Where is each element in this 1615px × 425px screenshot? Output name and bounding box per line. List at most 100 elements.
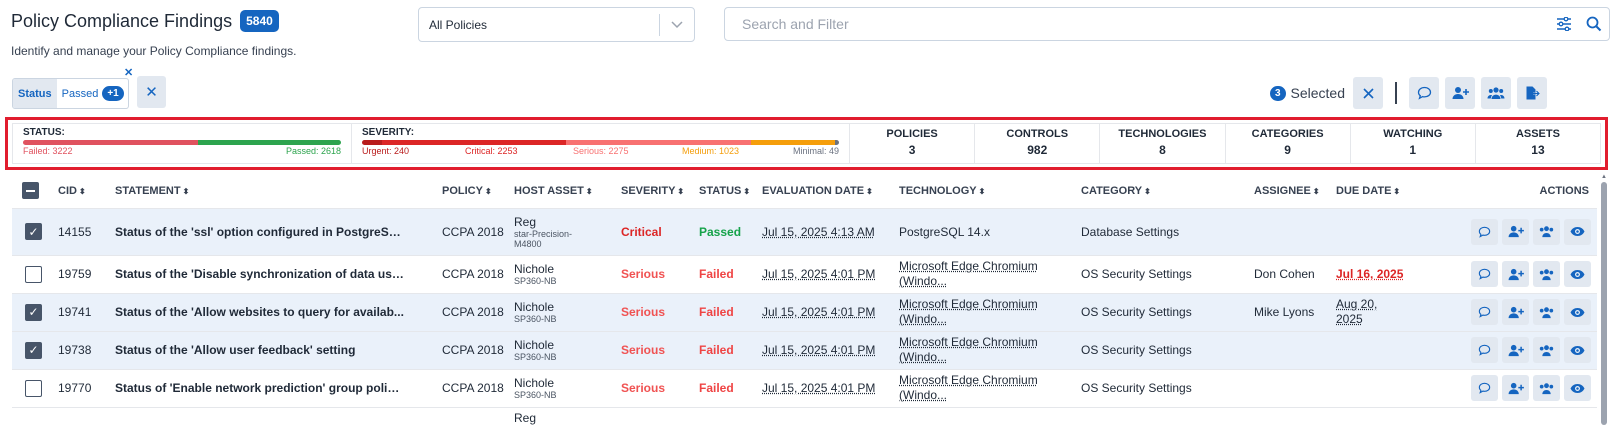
severity-bar-urgent[interactable] <box>362 140 382 145</box>
header-statement[interactable]: STATEMENT ⬍ <box>115 174 442 208</box>
header-technology[interactable]: TECHNOLOGY ⬍ <box>899 174 1081 208</box>
users-icon[interactable] <box>1533 219 1560 245</box>
metric-watching[interactable]: WATCHING 1 <box>1350 124 1475 163</box>
export-button[interactable] <box>1517 77 1547 109</box>
users-icon[interactable] <box>1533 299 1560 325</box>
cell-statement[interactable]: Status of 'Enable network prediction' gr… <box>115 381 405 395</box>
metric-categories[interactable]: CATEGORIES 9 <box>1225 124 1350 163</box>
table-row[interactable]: ✓ 19738 Status of the 'Allow user feedba… <box>12 331 1597 369</box>
add-user-icon[interactable] <box>1502 219 1529 245</box>
sort-icon[interactable]: ⬍ <box>183 187 190 196</box>
table-row[interactable]: ✓ 14155 Status of the 'ssl' option confi… <box>12 208 1597 255</box>
sort-icon[interactable]: ⬍ <box>677 187 684 196</box>
metric-label: POLICIES <box>850 128 974 140</box>
status-bar-failed[interactable] <box>23 140 198 145</box>
severity-bar-serious[interactable] <box>566 140 752 145</box>
sort-icon[interactable]: ⬍ <box>1144 187 1151 196</box>
users-icon[interactable] <box>1533 375 1560 401</box>
cell-statement[interactable]: Status of the 'ssl' option configured in… <box>115 225 405 239</box>
sort-icon[interactable]: ⬍ <box>485 187 492 196</box>
sort-icon[interactable]: ⬍ <box>79 187 86 196</box>
header-status[interactable]: STATUS ⬍ <box>699 174 762 208</box>
row-checkbox[interactable] <box>25 266 42 283</box>
sort-icon[interactable]: ⬍ <box>1393 187 1400 196</box>
sort-icon[interactable]: ⬍ <box>866 187 873 196</box>
header-host[interactable]: HOST ASSET ⬍ <box>514 174 621 208</box>
table-scrollbar[interactable]: ▲ <box>1599 174 1609 425</box>
cell-host[interactable]: Nichole <box>514 300 621 314</box>
header-due-date[interactable]: DUE DATE ⬍ <box>1336 174 1426 208</box>
scroll-up-icon[interactable]: ▲ <box>1601 174 1607 180</box>
header-category[interactable]: CATEGORY ⬍ <box>1081 174 1254 208</box>
metric-technologies[interactable]: TECHNOLOGIES 8 <box>1099 124 1224 163</box>
cell-host-sub: SP360-NB <box>514 390 621 400</box>
cell-due-date <box>1336 369 1426 407</box>
add-user-icon[interactable] <box>1502 299 1529 325</box>
table-row[interactable]: ✓ 19741 Status of the 'Allow websites to… <box>12 293 1597 331</box>
chevron-down-icon[interactable] <box>660 18 694 32</box>
row-checkbox[interactable]: ✓ <box>25 342 42 359</box>
comment-icon[interactable] <box>1471 375 1498 401</box>
metric-assets[interactable]: ASSETS 13 <box>1475 124 1600 163</box>
table-row[interactable]: 19770 Status of 'Enable network predicti… <box>12 369 1597 407</box>
eye-icon[interactable] <box>1564 261 1591 287</box>
cell-host[interactable]: Reg <box>514 215 621 229</box>
table-row[interactable]: 19759 Status of the 'Disable synchroniza… <box>12 255 1597 293</box>
header-severity[interactable]: SEVERITY ⬍ <box>621 174 699 208</box>
header-eval-date[interactable]: EVALUATION DATE ⬍ <box>762 174 899 208</box>
cell-host[interactable]: Nichole <box>514 338 621 352</box>
scrollbar-thumb[interactable] <box>1601 182 1607 425</box>
cell-statement[interactable]: Status of the 'Allow user feedback' sett… <box>115 343 405 357</box>
cell-host[interactable]: Nichole <box>514 262 621 276</box>
row-checkbox[interactable] <box>25 380 42 397</box>
row-checkbox[interactable]: ✓ <box>25 304 42 321</box>
eye-icon[interactable] <box>1564 219 1591 245</box>
header-assignee[interactable]: ASSIGNEE ⬍ <box>1254 174 1336 208</box>
assign-group-button[interactable] <box>1481 77 1511 109</box>
severity-bar-medium[interactable] <box>751 140 835 145</box>
clear-selection-button[interactable] <box>1353 77 1383 109</box>
comment-icon[interactable] <box>1471 261 1498 287</box>
cell-statement[interactable]: Status of the 'Disable synchronization o… <box>115 267 405 281</box>
clear-filters-button[interactable]: ✕ <box>137 76 166 108</box>
users-icon[interactable] <box>1533 337 1560 363</box>
comment-icon[interactable] <box>1471 337 1498 363</box>
severity-bar-critical[interactable] <box>382 140 566 145</box>
filter-settings-icon[interactable] <box>1549 17 1579 31</box>
cell-statement[interactable]: Status of the 'Allow websites to query f… <box>115 305 405 319</box>
search-bar[interactable] <box>724 7 1610 41</box>
add-user-icon[interactable] <box>1502 337 1529 363</box>
row-checkbox[interactable]: ✓ <box>25 223 42 240</box>
sort-icon[interactable]: ⬍ <box>979 187 986 196</box>
metric-policies[interactable]: POLICIES 3 <box>849 124 974 163</box>
eye-icon[interactable] <box>1564 299 1591 325</box>
header-cid[interactable]: CID ⬍ <box>58 174 115 208</box>
eye-icon[interactable] <box>1564 375 1591 401</box>
status-filter-chip[interactable]: Status Passed +1 <box>12 78 129 109</box>
status-bar-passed[interactable] <box>198 140 341 145</box>
header-policy[interactable]: POLICY ⬍ <box>442 174 514 208</box>
eye-icon[interactable] <box>1564 337 1591 363</box>
comment-button[interactable] <box>1409 77 1439 109</box>
sort-icon[interactable]: ⬍ <box>743 187 750 196</box>
severity-summary[interactable]: SEVERITY: Urgent: 240 Critical: 2253 Ser… <box>351 124 849 163</box>
comment-icon[interactable] <box>1471 219 1498 245</box>
assign-user-button[interactable] <box>1445 77 1475 109</box>
add-user-icon[interactable] <box>1502 261 1529 287</box>
sort-icon[interactable]: ⬍ <box>1313 187 1320 196</box>
severity-bar-minimal[interactable] <box>835 140 839 145</box>
search-input[interactable] <box>725 16 1549 32</box>
policy-select[interactable]: All Policies <box>418 7 695 42</box>
sort-icon[interactable]: ⬍ <box>586 187 593 196</box>
add-user-icon[interactable] <box>1502 375 1529 401</box>
status-summary[interactable]: STATUS: Failed: 3222 Passed: 2618 <box>13 124 351 163</box>
select-all-checkbox[interactable] <box>22 182 39 199</box>
select-all-header[interactable] <box>12 174 58 208</box>
metric-controls[interactable]: CONTROLS 982 <box>974 124 1099 163</box>
cell-host[interactable]: Nichole <box>514 376 621 390</box>
cell-host[interactable]: Reg <box>514 411 621 425</box>
search-icon[interactable] <box>1579 16 1609 32</box>
comment-icon[interactable] <box>1471 299 1498 325</box>
table-row[interactable]: Reg <box>12 407 1597 425</box>
users-icon[interactable] <box>1533 261 1560 287</box>
